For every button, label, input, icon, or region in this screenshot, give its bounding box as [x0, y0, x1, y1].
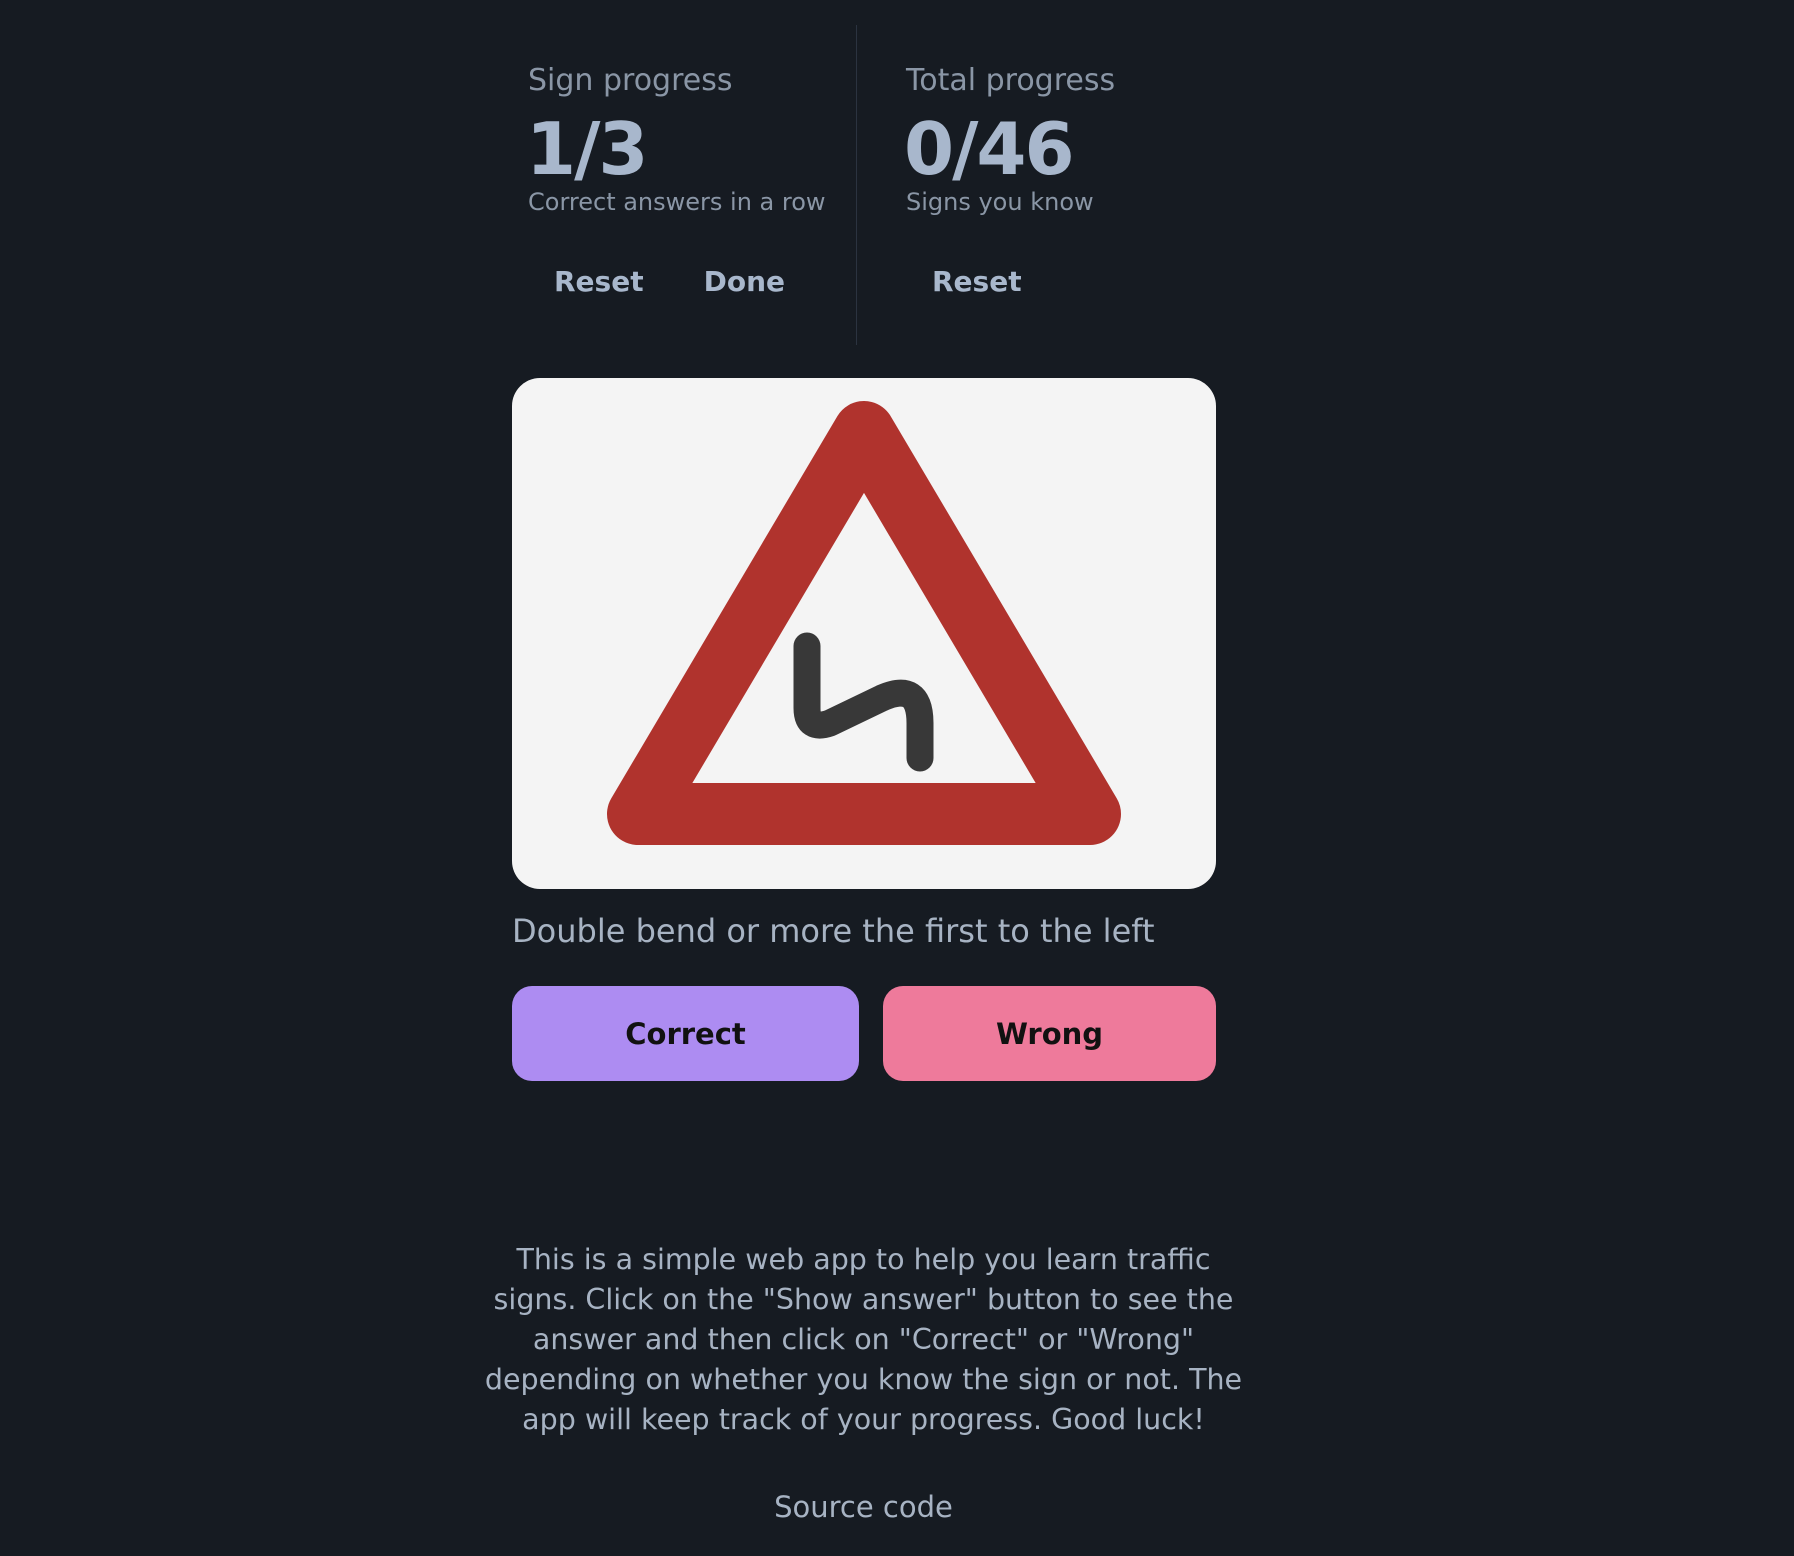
total-progress-value: 0/46: [904, 107, 1075, 191]
sign-border-triangle: [607, 401, 1121, 845]
total-progress-actions: Reset: [932, 265, 1022, 298]
sign-progress-reset-button[interactable]: Reset: [554, 265, 644, 298]
correct-button[interactable]: Correct: [512, 986, 859, 1081]
stats-panel: Sign progress 1/3 Correct answers in a r…: [0, 25, 1794, 345]
stats-divider: [856, 25, 857, 345]
total-progress-reset-button[interactable]: Reset: [932, 265, 1022, 298]
wrong-button[interactable]: Wrong: [883, 986, 1216, 1081]
sign-name: Double bend or more the first to the lef…: [512, 912, 1155, 950]
double-bend-sign-icon: [607, 401, 1121, 845]
sign-progress-done-button[interactable]: Done: [704, 265, 785, 298]
sign-progress-description: Correct answers in a row: [528, 188, 826, 216]
sign-progress-stat: Sign progress 1/3 Correct answers in a r…: [526, 25, 856, 345]
total-progress-stat: Total progress 0/46 Signs you know Reset: [904, 25, 1226, 345]
total-progress-description: Signs you know: [906, 188, 1094, 216]
about-text: This is a simple web app to help you lea…: [484, 1242, 1243, 1436]
total-progress-title: Total progress: [906, 63, 1116, 98]
sign-bend-symbol: [793, 632, 934, 772]
sign-progress-actions: Reset Done: [554, 265, 785, 298]
sign-card: [512, 378, 1216, 889]
sign-progress-title: Sign progress: [528, 63, 733, 98]
source-code-link[interactable]: Source code: [0, 1490, 1727, 1524]
sign-progress-value: 1/3: [526, 107, 648, 191]
